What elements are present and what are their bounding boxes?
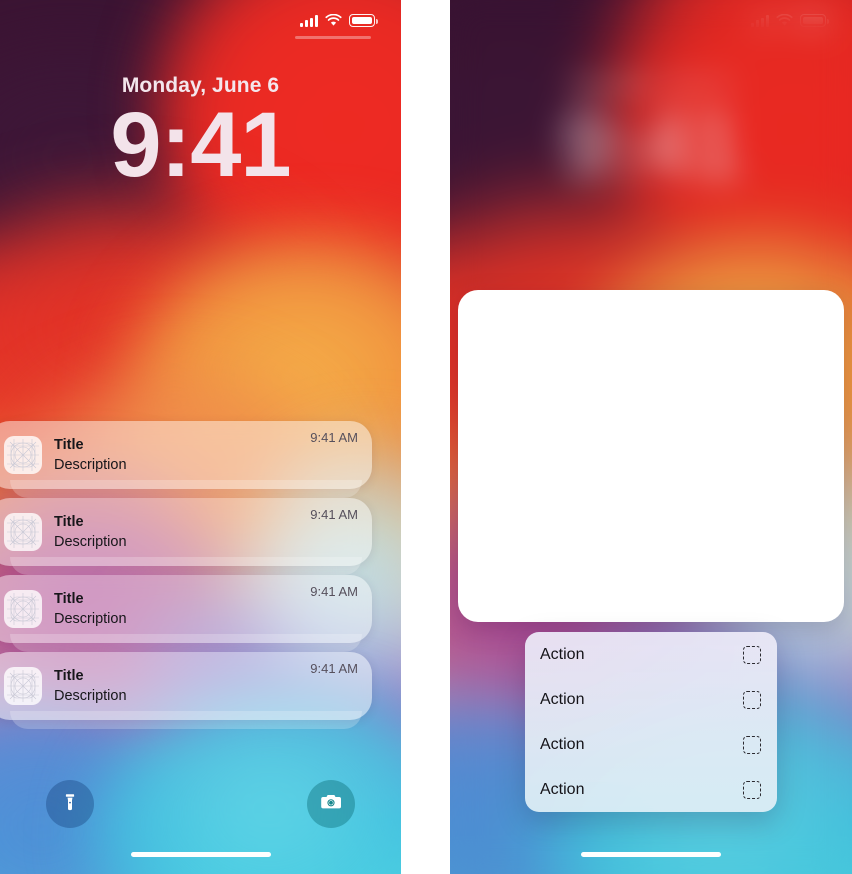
app-icon-placeholder — [4, 590, 42, 628]
panel-divider — [401, 0, 450, 874]
notification-title: Title — [54, 437, 84, 453]
menu-item-action[interactable]: Action — [525, 722, 777, 767]
menu-item-label: Action — [540, 645, 585, 663]
dynamic-island-underline — [295, 36, 371, 39]
notification-item[interactable]: Title Description 9:41 AM — [0, 652, 372, 729]
notification-stack: Title Description 9:41 AM Title Descript… — [0, 421, 372, 729]
notification-description: Description — [54, 457, 127, 473]
menu-item-action[interactable]: Action — [525, 677, 777, 722]
menu-item-label: Action — [540, 690, 585, 708]
notification-title: Title — [54, 668, 84, 684]
lock-screen-time: 9:41 — [110, 94, 291, 196]
notification-description: Description — [54, 688, 127, 704]
status-bar — [300, 13, 378, 27]
notification-title: Title — [54, 591, 84, 607]
placeholder-square-icon — [743, 780, 761, 799]
cellular-signal-icon — [300, 14, 318, 27]
placeholder-square-icon — [743, 645, 761, 664]
placeholder-square-icon — [743, 690, 761, 709]
battery-icon — [349, 14, 378, 27]
camera-button[interactable] — [307, 780, 355, 828]
wifi-icon — [325, 13, 342, 27]
notification-time: 9:41 AM — [310, 661, 358, 676]
expanded-notification-card[interactable] — [458, 290, 844, 622]
notification-time: 9:41 AM — [310, 584, 358, 599]
menu-item-action[interactable]: Action — [525, 767, 777, 812]
home-indicator[interactable] — [581, 852, 721, 857]
menu-item-label: Action — [540, 780, 585, 798]
notification-time: 9:41 AM — [310, 507, 358, 522]
notification-item[interactable]: Title Description 9:41 AM — [0, 498, 372, 575]
home-indicator[interactable] — [130, 852, 271, 857]
notification-item[interactable]: Title Description 9:41 AM — [0, 575, 372, 652]
flashlight-button[interactable] — [46, 780, 94, 828]
lock-screen-clock: Monday, June 6 9:41 — [0, 74, 401, 196]
right-phone-screen: Monday, June 6 9:41 Action Action Action — [450, 0, 852, 874]
placeholder-square-icon — [743, 735, 761, 754]
camera-icon — [319, 791, 343, 818]
menu-item-label: Action — [540, 735, 585, 753]
notification-item[interactable]: Title Description 9:41 AM — [0, 421, 372, 498]
dual-phone-screenshot: Monday, June 6 9:41 Title Description 9:… — [0, 0, 852, 874]
menu-item-action[interactable]: Action — [525, 632, 777, 677]
notification-description: Description — [54, 611, 127, 627]
context-action-menu: Action Action Action Action — [525, 632, 777, 812]
app-icon-placeholder — [4, 436, 42, 474]
notification-title: Title — [54, 514, 84, 530]
app-icon-placeholder — [4, 513, 42, 551]
left-phone-screen: Monday, June 6 9:41 Title Description 9:… — [0, 0, 401, 874]
flashlight-icon — [59, 791, 81, 818]
notification-time: 9:41 AM — [310, 430, 358, 445]
app-icon-placeholder — [4, 667, 42, 705]
notification-description: Description — [54, 534, 127, 550]
